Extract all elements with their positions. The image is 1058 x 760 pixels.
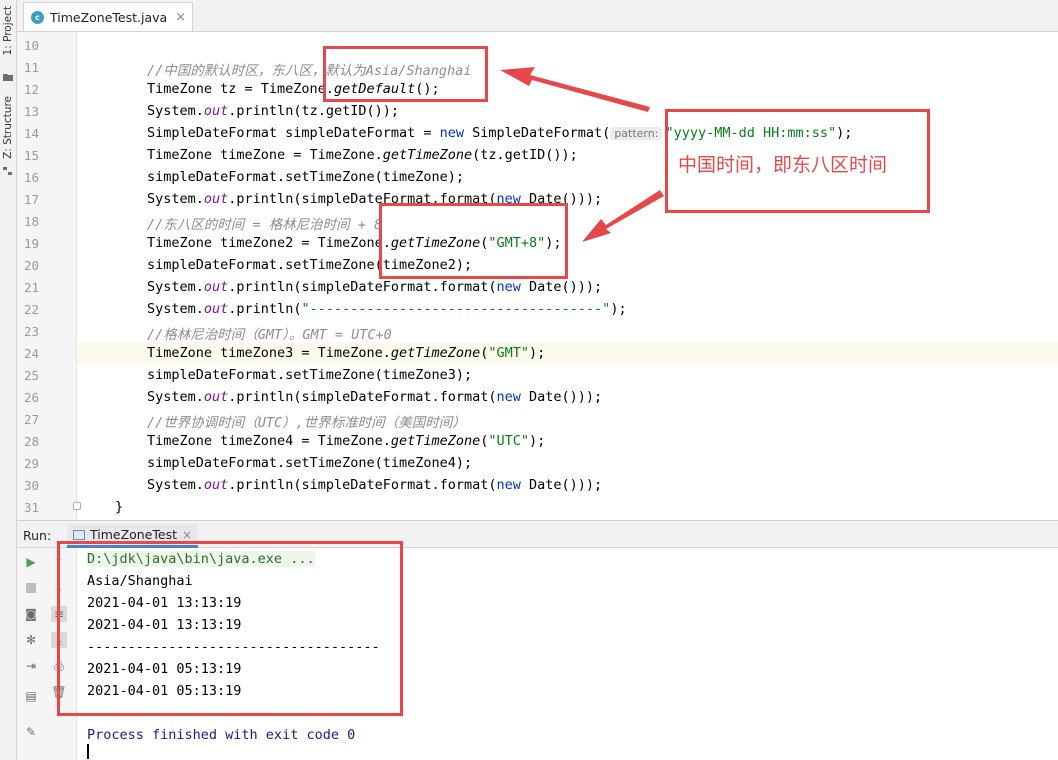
arrow-to-default (500, 67, 650, 112)
arrow-to-gmt8 (582, 190, 664, 242)
annotation-arrows (500, 67, 664, 242)
